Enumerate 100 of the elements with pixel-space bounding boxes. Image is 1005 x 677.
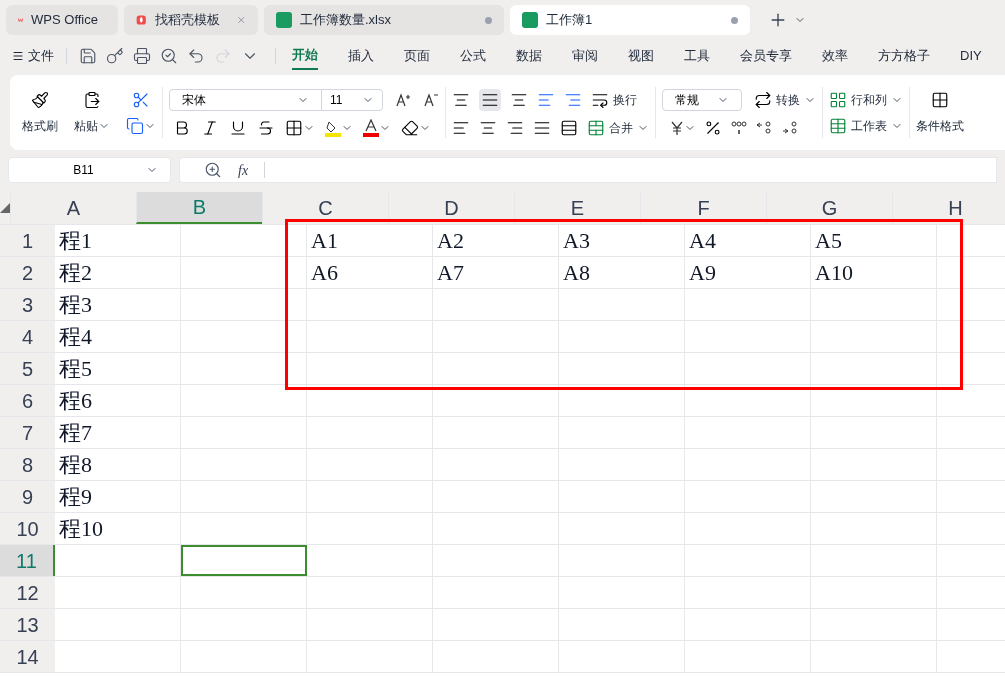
menu-icon [12,50,24,62]
rows-columns-icon[interactable] [829,90,847,109]
copy-icon[interactable] [126,116,144,135]
cell-text: 程10 [55,513,181,544]
paintbrush-icon[interactable] [31,90,49,109]
print-icon[interactable] [133,47,151,65]
cell-text: 程8 [55,449,181,480]
menu-tab[interactable]: 插入 [348,42,374,70]
flame-icon [136,12,147,28]
menu-tab[interactable]: 工具 [684,42,710,70]
cell-text: 程4 [55,321,181,352]
menu-tab[interactable]: 审阅 [572,42,598,70]
sheet-icon [522,12,538,28]
row-header[interactable]: 12 [0,577,55,608]
name-box[interactable]: B11 [8,157,171,183]
cell-text: 程6 [55,385,181,416]
currency-icon[interactable] [670,120,684,135]
column-header[interactable]: C [262,192,388,224]
conditional-format-icon[interactable] [931,90,949,109]
cell-text: 程5 [55,353,181,384]
decrease-font-icon[interactable] [423,91,439,108]
increase-font-icon[interactable] [395,91,411,108]
cell-text: A2 [433,225,559,256]
menu-tab[interactable]: 效率 [822,42,848,70]
column-header[interactable]: B [136,192,262,224]
thousands-separator-icon[interactable] [730,120,748,135]
menu-tab[interactable]: 开始 [292,42,318,70]
menu-tab[interactable]: 公式 [460,42,486,70]
row-header[interactable]: 11 [0,545,55,576]
cell-text: A1 [307,225,433,256]
font-name-dropdown[interactable]: 宋体 [170,89,322,110]
worksheet-icon[interactable] [829,116,847,135]
menu-tab[interactable]: DIY [960,42,982,70]
cell-text: 程1 [55,225,181,256]
undo-icon[interactable] [187,47,205,65]
column-header[interactable]: H [892,192,1005,224]
number-format-dropdown[interactable]: 常规 [662,88,742,111]
eraser-icon[interactable] [401,118,419,137]
function-label[interactable]: fx [238,159,249,181]
row-header[interactable]: 3 [0,289,55,320]
cell-text: A5 [811,225,937,256]
menu-tab[interactable]: 页面 [404,42,430,70]
select-all-icon[interactable] [0,203,10,213]
row-header[interactable]: 6 [0,385,55,416]
merge-icon[interactable] [587,118,605,137]
row-header[interactable]: 1 [0,225,55,256]
cell-text: A3 [559,225,685,256]
strikethrough-icon[interactable] [257,118,275,137]
underline-icon[interactable] [229,118,247,137]
row-header[interactable]: 4 [0,321,55,352]
row-header[interactable]: 7 [0,417,55,448]
menu-tab[interactable]: 会员专享 [740,42,792,70]
decrease-decimal-icon[interactable] [782,120,800,135]
font-color-icon[interactable] [363,118,379,137]
cell-text: A6 [307,257,433,288]
document-tab[interactable]: WPS Office [6,5,118,35]
cell-text: 程3 [55,289,181,320]
column-header[interactable]: E [514,192,640,224]
column-header[interactable]: F [640,192,766,224]
save-icon[interactable] [79,47,97,65]
distributed-icon[interactable] [560,118,578,137]
row-header[interactable]: 5 [0,353,55,384]
cell-text: 程2 [55,257,181,288]
row-header[interactable]: 8 [0,449,55,480]
zoom-icon[interactable] [204,161,222,179]
clipboard-icon[interactable] [83,90,101,109]
print-preview-icon[interactable] [160,47,178,65]
document-tab[interactable]: 找稻壳模板 [124,5,258,35]
wrap-label: 换行 [613,91,637,109]
cell-text: A10 [811,257,937,288]
cell-text: A8 [559,257,685,288]
row-header[interactable]: 10 [0,513,55,544]
column-header[interactable]: D [388,192,514,224]
menu-tab[interactable]: 视图 [628,42,654,70]
row-header[interactable]: 13 [0,609,55,640]
row-header[interactable]: 2 [0,257,55,288]
percent-icon[interactable] [704,118,722,137]
menu-tab[interactable]: 数据 [516,42,542,70]
tab-title: 工作簿1 [546,11,593,30]
format-painter-label: 格式刷 [22,117,58,135]
row-header[interactable]: 14 [0,641,55,672]
document-tab[interactable]: 工作簿1 [510,5,750,35]
convert-icon[interactable] [754,90,772,109]
rows-columns-label: 行和列 [851,91,887,109]
scissors-icon[interactable] [132,90,150,109]
document-tab[interactable]: 工作簿数量.xlsx [264,5,504,35]
font-size-dropdown[interactable]: 11 [322,89,382,110]
key-icon[interactable] [106,47,124,65]
menu-tab[interactable]: 方方格子 [878,42,930,70]
conditional-format-label: 条件格式 [916,117,964,135]
paste-label: 粘贴 [74,117,98,135]
tab-title: 工作簿数量.xlsx [300,11,391,30]
increase-decimal-icon[interactable] [756,120,774,135]
row-header[interactable]: 9 [0,481,55,512]
borders-icon[interactable] [285,118,303,137]
tab-title: WPS Office [31,11,98,30]
italic-icon[interactable] [201,118,219,137]
formula-bar[interactable]: fx [179,157,997,183]
column-header[interactable]: G [766,192,892,224]
file-menu[interactable]: 文件 [12,46,66,66]
